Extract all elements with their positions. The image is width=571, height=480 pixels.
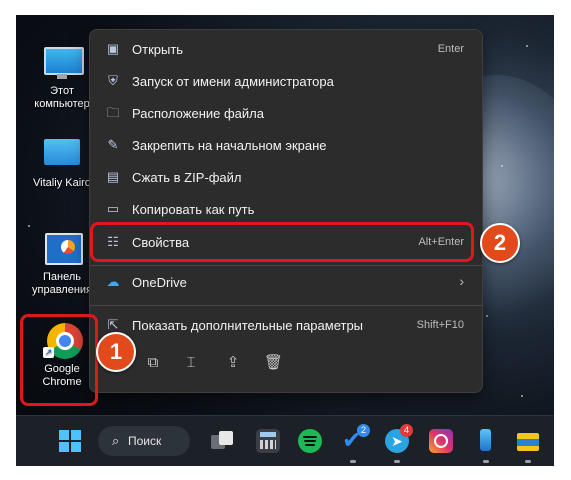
running-indicator xyxy=(483,460,489,463)
delete-icon[interactable]: 🗑 xyxy=(264,354,283,372)
rename-icon[interactable]: ⌶ xyxy=(182,354,200,372)
desktop-icon-user-folder[interactable]: Vitaliy Kairo xyxy=(30,137,94,191)
running-indicator xyxy=(394,460,400,463)
desktop-icon-label: Этот компьютер xyxy=(34,85,90,110)
shield-icon: ⛨ xyxy=(108,73,118,88)
zip-icon: ▤ xyxy=(106,169,120,184)
context-menu: ▣ Открыть Enter ⛨ Запуск от имени админи… xyxy=(89,29,483,393)
menu-item-label: Закрепить на начальном экране xyxy=(132,138,327,153)
desktop-icon-control-panel[interactable]: Панель управления xyxy=(30,231,94,297)
menu-divider xyxy=(90,265,482,266)
instagram-icon[interactable] xyxy=(429,429,453,453)
search-icon: ⌕ xyxy=(112,433,120,448)
menu-item-file-location[interactable]: 🗀 Расположение файла xyxy=(96,98,476,128)
desktop-icon-label: Vitaliy Kairo xyxy=(33,177,91,189)
menu-item-copy-path[interactable]: ▭ Копировать как путь xyxy=(96,194,476,224)
start-button[interactable] xyxy=(58,429,82,453)
highlight-properties-item xyxy=(90,222,474,262)
menu-item-run-as-admin[interactable]: ⛨ Запуск от имени администратора xyxy=(96,66,476,96)
file-explorer-icon[interactable] xyxy=(516,429,540,453)
share-icon[interactable]: ⇪ xyxy=(224,354,242,372)
step-2-badge: 2 xyxy=(480,223,520,263)
menu-item-shortcut: Shift+F10 xyxy=(416,319,464,331)
open-icon: ▣ xyxy=(106,41,120,56)
copy-path-icon: ▭ xyxy=(106,201,120,216)
menu-item-pin-start[interactable]: ✎ Закрепить на начальном экране xyxy=(96,130,476,160)
menu-item-zip[interactable]: ▤ Сжать в ZIP-файл xyxy=(96,162,476,192)
control-panel-icon xyxy=(41,231,83,267)
phone-link-icon[interactable] xyxy=(474,429,498,453)
more-options-icon: ⇱ xyxy=(107,317,119,332)
onedrive-icon: ☁ xyxy=(106,274,120,289)
step-1-badge: 1 xyxy=(96,332,136,372)
running-indicator xyxy=(350,460,356,463)
menu-divider xyxy=(90,305,482,306)
folder-icon: 🗀 xyxy=(106,105,120,120)
taskbar: ⌕ Поиск ✔ 2 ➤ 4 xyxy=(16,415,554,466)
menu-item-label: Сжать в ZIP-файл xyxy=(132,170,242,185)
desktop-icon-this-pc[interactable]: Этот компьютер xyxy=(30,45,94,111)
menu-item-label: OneDrive xyxy=(132,275,187,290)
task-view-icon[interactable] xyxy=(211,429,235,453)
menu-item-shortcut: Enter xyxy=(437,43,464,55)
monitor-icon xyxy=(41,45,84,81)
highlight-chrome-icon xyxy=(20,314,98,406)
chevron-right-icon: › xyxy=(459,273,464,289)
copy-icon[interactable]: ⧉ xyxy=(144,354,162,372)
menu-item-onedrive[interactable]: ☁ OneDrive › xyxy=(96,267,476,297)
desktop-icon-label: Панель управления xyxy=(32,271,92,296)
running-indicator xyxy=(525,460,531,463)
menu-item-label: Показать дополнительные параметры xyxy=(132,318,364,333)
messenger-badge: 4 xyxy=(400,424,413,437)
search-label: Поиск xyxy=(128,434,162,448)
taskbar-search[interactable]: ⌕ Поиск xyxy=(98,426,190,456)
menu-item-label: Открыть xyxy=(132,42,184,57)
monitor-icon xyxy=(41,137,83,173)
spotify-icon[interactable] xyxy=(298,429,322,453)
menu-item-label: Запуск от имени администратора xyxy=(132,74,334,89)
menu-item-label: Расположение файла xyxy=(132,106,264,121)
menu-item-more-options[interactable]: ⇱ Показать дополнительные параметры Shif… xyxy=(96,310,476,340)
calculator-icon[interactable] xyxy=(256,429,280,453)
todo-badge: 2 xyxy=(357,424,370,437)
menu-item-label: Копировать как путь xyxy=(132,202,255,217)
menu-item-open[interactable]: ▣ Открыть Enter xyxy=(96,34,476,64)
pin-icon: ✎ xyxy=(107,137,119,152)
